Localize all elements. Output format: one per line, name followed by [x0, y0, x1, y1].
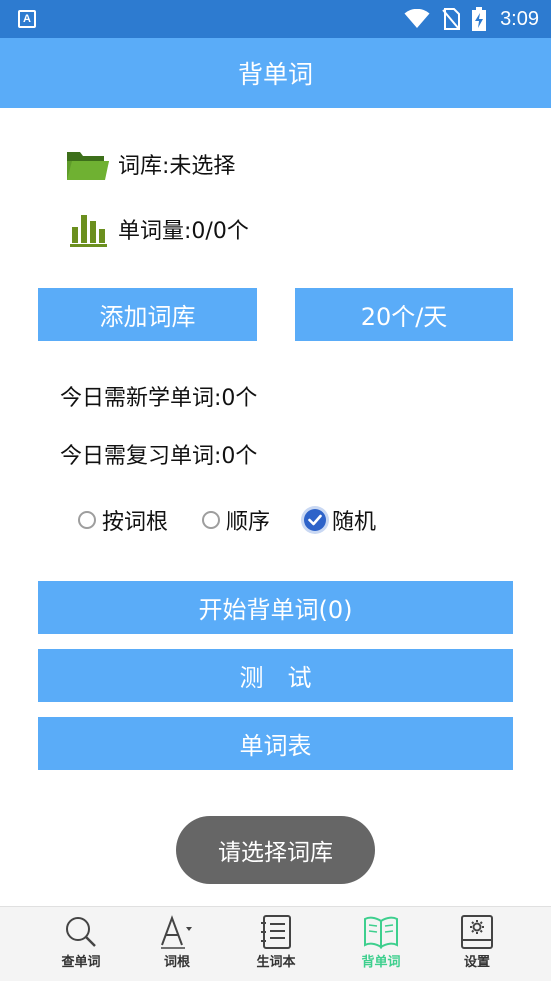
battery-charging-icon	[472, 7, 487, 31]
nav-item-lookup[interactable]: 查单词	[41, 915, 121, 977]
status-time: 3:09	[500, 7, 539, 30]
book-icon	[363, 915, 399, 949]
radio-unchecked-icon	[202, 511, 221, 529]
status-indicators: 3:09	[392, 0, 539, 38]
notebook-icon	[258, 915, 294, 949]
nav-item-settings[interactable]: 设置	[437, 915, 517, 977]
word-count-row: 单词量:0/0个	[66, 207, 249, 251]
wifi-icon	[404, 9, 430, 28]
radio-label: 随机	[332, 510, 377, 535]
test-button[interactable]: 测 试	[38, 649, 513, 702]
radio-by-root[interactable]: 按词根	[78, 504, 168, 536]
radio-sequential[interactable]: 顺序	[202, 504, 270, 536]
nav-label: 背单词	[361, 955, 401, 970]
app-notification-icon: A	[18, 10, 36, 28]
search-icon	[63, 915, 99, 949]
library-row: 词库:未选择	[66, 142, 235, 186]
nav-item-roots[interactable]: 词根	[137, 915, 217, 977]
font-icon	[159, 915, 195, 949]
bottom-nav: 查单词 词根 生词本 背单词 设置	[0, 906, 551, 981]
nav-label: 查单词	[61, 955, 101, 970]
toast-message: 请选择词库	[176, 816, 375, 884]
add-library-button[interactable]: 添加词库	[38, 288, 257, 341]
settings-icon	[459, 915, 495, 949]
status-bar: A 3:09	[0, 0, 551, 38]
checkmark-icon	[304, 509, 327, 531]
nav-label: 词根	[163, 955, 190, 970]
nav-label: 生词本	[256, 955, 296, 970]
radio-random[interactable]: 随机	[304, 504, 376, 536]
words-per-day-button[interactable]: 20个/天	[295, 288, 513, 341]
no-sim-icon	[442, 8, 461, 30]
today-review-words: 今日需复习单词:0个	[60, 444, 258, 469]
radio-label: 顺序	[226, 510, 271, 535]
library-label: 词库:未选择	[118, 154, 236, 179]
radio-label: 按词根	[102, 510, 169, 535]
page-header: 背单词	[0, 38, 551, 108]
page-title: 背单词	[237, 60, 313, 89]
nav-item-memorize[interactable]: 背单词	[341, 915, 421, 977]
radio-unchecked-icon	[78, 511, 96, 529]
word-list-button[interactable]: 单词表	[38, 717, 513, 770]
nav-label: 设置	[463, 955, 490, 970]
word-count-label: 单词量:0/0个	[118, 219, 249, 244]
bar-chart-icon	[66, 207, 110, 251]
nav-item-notebook[interactable]: 生词本	[236, 915, 316, 977]
order-radio-group: 按词根 顺序 随机	[78, 503, 410, 537]
folder-icon	[66, 142, 110, 186]
start-memorize-button[interactable]: 开始背单词(0)	[38, 581, 513, 634]
today-new-words: 今日需新学单词:0个	[60, 386, 258, 411]
